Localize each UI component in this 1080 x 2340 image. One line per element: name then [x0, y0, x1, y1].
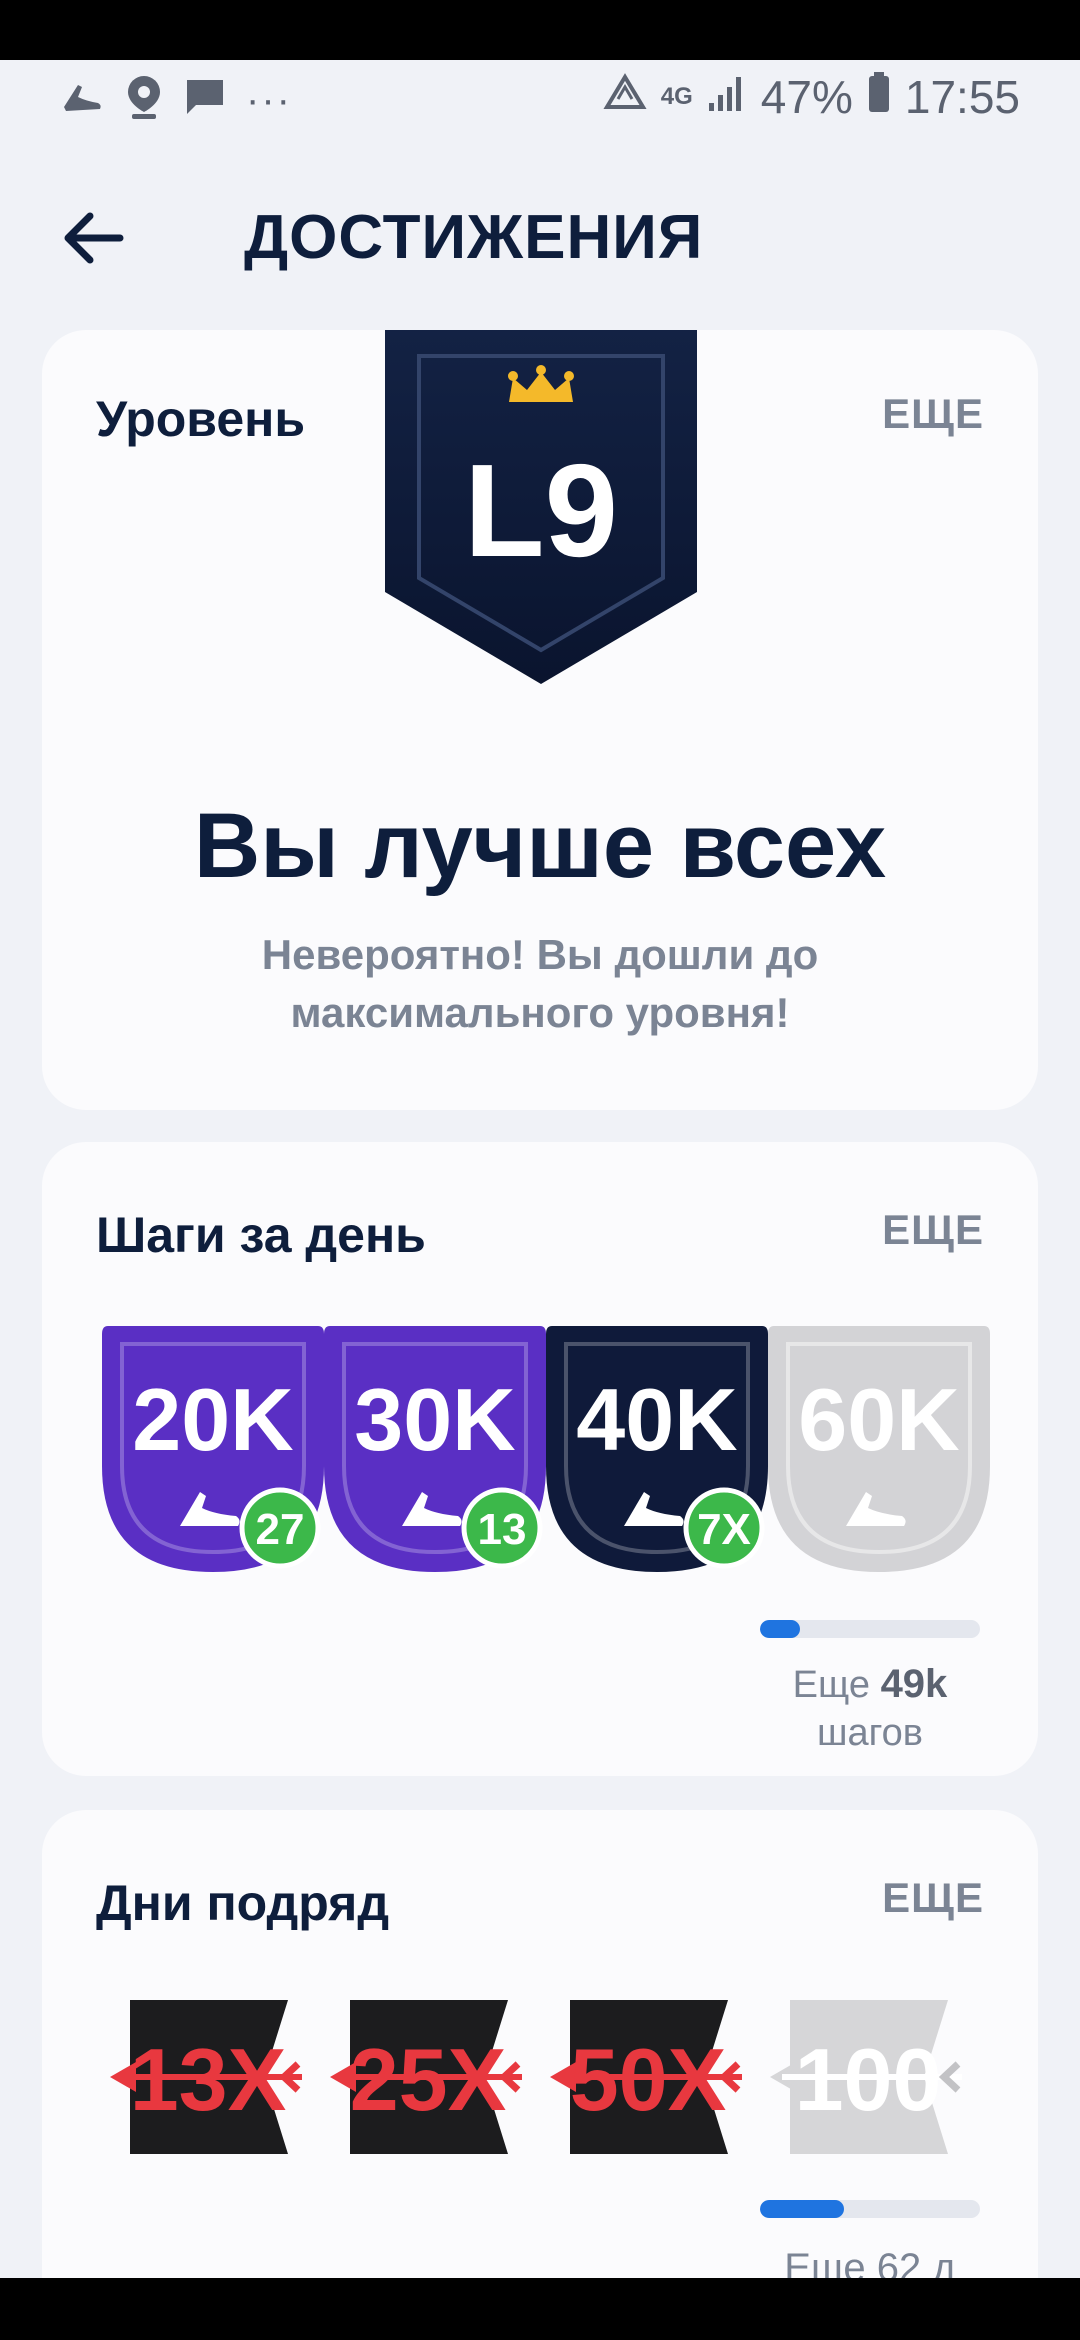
- steps-remaining: Еще 49k шагов: [750, 1660, 990, 1757]
- steps-badge-label: 30K: [354, 1370, 515, 1469]
- steps-badge[interactable]: 40K 7X: [546, 1326, 768, 1572]
- bottom-black-bar: [0, 2278, 1080, 2340]
- app-header: ДОСТИЖЕНИЯ: [0, 190, 1080, 290]
- battery-percent: 47%: [760, 71, 853, 123]
- streak-card-title: Дни подряд: [96, 1875, 390, 1931]
- page-title: ДОСТИЖЕНИЯ: [244, 203, 704, 272]
- steps-remaining-prefix: Еще: [792, 1664, 870, 1706]
- network-type: 4G: [660, 83, 693, 110]
- clock: 17:55: [904, 71, 1020, 123]
- arrow-left-icon: [64, 212, 124, 264]
- steps-badge[interactable]: 30K 13: [324, 1326, 546, 1572]
- streak-card[interactable]: Дни подряд ЕЩЕ 13X 25X 50X 100 Еще 62 д: [42, 1810, 1038, 2330]
- level-subtitle-line2: максимального уровня!: [290, 989, 790, 1036]
- streak-badge-label: 25X: [350, 2030, 507, 2129]
- streak-more-link[interactable]: ЕЩЕ: [882, 1874, 984, 1922]
- steps-remaining-unit: шагов: [817, 1712, 923, 1754]
- streak-badge[interactable]: 13X: [102, 1992, 322, 2162]
- steps-badge-count: 13: [478, 1505, 527, 1554]
- level-badge-label: L9: [464, 437, 618, 584]
- steps-badge-count: 7X: [697, 1505, 751, 1554]
- daily-steps-card[interactable]: Шаги за день ЕЩЕ 20K 27 30K 13 40K 7X 60…: [42, 1142, 1038, 1776]
- more-notifications-icon: ···: [246, 77, 292, 122]
- steps-progress-bar: [760, 1620, 980, 1638]
- streak-badge[interactable]: 100: [762, 1992, 982, 2162]
- steps-more-link[interactable]: ЕЩЕ: [882, 1206, 984, 1254]
- steps-progress-fill: [760, 1620, 800, 1638]
- location-pin-icon: [124, 74, 164, 125]
- level-card-title: Уровень: [96, 391, 306, 447]
- message-icon: [184, 77, 226, 122]
- streak-progress-fill: [760, 2200, 844, 2218]
- status-bar: ··· 4G 47% 17:55: [0, 60, 1080, 140]
- level-badge: L9: [385, 330, 697, 684]
- steps-badge-label: 60K: [798, 1370, 959, 1469]
- streak-badge[interactable]: 25X: [322, 1992, 542, 2162]
- streak-badge-label: 13X: [130, 2030, 287, 2129]
- streak-badge-label: 100: [795, 2030, 942, 2129]
- streak-badge-label: 50X: [570, 2030, 727, 2129]
- steps-badge-count: 27: [256, 1505, 305, 1554]
- steps-badge-label: 20K: [132, 1370, 293, 1469]
- steps-card-title: Шаги за день: [96, 1207, 426, 1263]
- back-button[interactable]: [60, 208, 130, 268]
- level-subtitle: Невероятно! Вы дошли до максимального ур…: [42, 926, 1038, 1042]
- steps-badge-label: 40K: [576, 1370, 737, 1469]
- data-saver-icon: [603, 70, 647, 124]
- level-subtitle-line1: Невероятно! Вы дошли до: [261, 931, 819, 978]
- steps-badge[interactable]: 60K: [768, 1326, 990, 1572]
- streak-progress-bar: [760, 2200, 980, 2218]
- steps-remaining-value: 49k: [880, 1662, 948, 1706]
- level-headline: Вы лучше всех: [193, 795, 887, 897]
- level-more-link[interactable]: ЕЩЕ: [882, 390, 984, 438]
- battery-icon: [867, 70, 891, 124]
- streak-badge[interactable]: 50X: [542, 1992, 762, 2162]
- shoe-icon: [60, 77, 104, 122]
- steps-badges-row: 20K 27 30K 13 40K 7X 60K: [102, 1326, 1032, 1576]
- steps-badge[interactable]: 20K 27: [102, 1326, 324, 1572]
- signal-icon: [707, 70, 747, 124]
- top-black-bar: [0, 0, 1080, 60]
- level-card[interactable]: Уровень ЕЩЕ L9 Вы лучше всех Невероятно!…: [42, 330, 1038, 1110]
